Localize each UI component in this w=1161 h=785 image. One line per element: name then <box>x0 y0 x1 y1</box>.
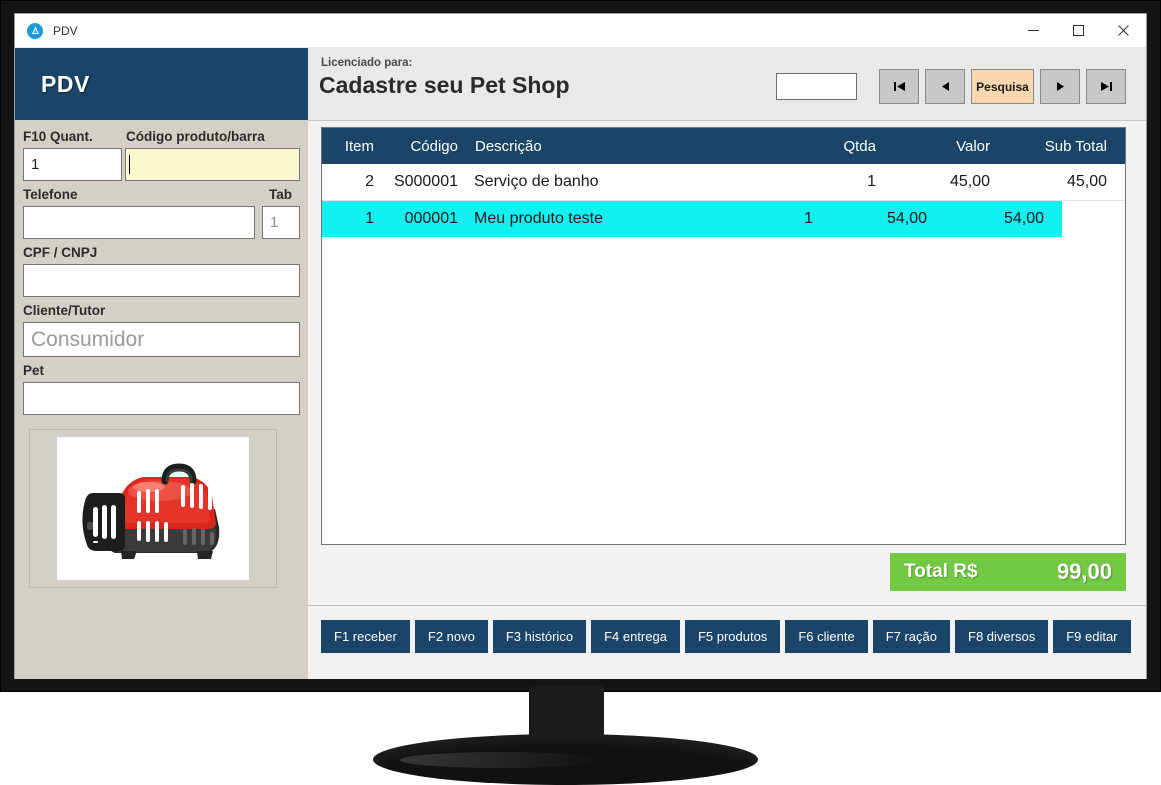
app-logo-icon <box>27 23 43 39</box>
cliente-tutor-value: Consumidor <box>31 328 144 352</box>
quant-codigo-label-row: F10 Quant. Código produto/barra <box>23 128 300 148</box>
cliente-tutor-label: Cliente/Tutor <box>23 302 300 320</box>
minimize-icon[interactable] <box>1011 14 1056 47</box>
total-value: 99,00 <box>1057 559 1112 585</box>
cell-codigo: 000001 <box>377 210 462 228</box>
grid-header-row: Item Código Descrição Qtda Valor Sub Tot… <box>322 128 1125 164</box>
f3-historico-button[interactable]: F3 histórico <box>493 620 586 653</box>
monitor-screen: PDV <box>14 13 1147 679</box>
close-icon[interactable] <box>1101 14 1146 47</box>
codigo-label: Código produto/barra <box>126 128 265 146</box>
titlebar: PDV <box>15 14 1146 48</box>
tab-input[interactable]: 1 <box>262 206 300 239</box>
cell-valor: 45,00 <box>895 173 1005 191</box>
next-record-icon[interactable] <box>1040 69 1080 104</box>
f1-receber-button[interactable]: F1 receber <box>321 620 410 653</box>
pet-label: Pet <box>23 362 300 380</box>
pdv-banner: PDV <box>15 48 308 120</box>
left-sidebar: PDV F10 Quant. Código produto/barra 1 <box>15 48 308 679</box>
function-buttons: F1 receber F2 novo F3 histórico F4 entre… <box>321 620 1131 653</box>
f7-racao-button[interactable]: F7 ração <box>873 620 950 653</box>
window-controls <box>1011 14 1146 47</box>
product-image-frame <box>29 429 277 588</box>
telefone-tab-input-row: 1 <box>23 206 300 239</box>
tab-label: Tab <box>269 186 292 204</box>
quant-label: F10 Quant. <box>23 128 126 146</box>
monitor-base-gloss <box>400 752 600 768</box>
cell-descricao: Meu produto teste <box>462 210 742 228</box>
telefone-tab-label-row: Telefone Tab <box>23 186 300 206</box>
telefone-label: Telefone <box>23 186 78 204</box>
sale-items-grid[interactable]: Item Código Descrição Qtda Valor Sub Tot… <box>321 127 1126 545</box>
first-record-icon[interactable] <box>879 69 919 104</box>
cell-qtda: 1 <box>805 173 895 191</box>
f2-novo-button[interactable]: F2 novo <box>415 620 488 653</box>
cell-descricao: Serviço de banho <box>462 173 805 191</box>
pdv-banner-title: PDV <box>41 71 90 98</box>
sale-entry-form: F10 Quant. Código produto/barra 1 Telefo… <box>15 120 308 415</box>
maximize-icon[interactable] <box>1056 14 1101 47</box>
record-search-input[interactable] <box>776 73 857 100</box>
total-display: Total R$ 99,00 <box>890 553 1126 591</box>
last-record-icon[interactable] <box>1086 69 1126 104</box>
previous-record-icon[interactable] <box>925 69 965 104</box>
cell-subtotal: 45,00 <box>1005 173 1125 191</box>
column-header-codigo: Código <box>377 138 462 155</box>
pet-carrier-image <box>57 437 249 580</box>
cpf-cnpj-label: CPF / CNPJ <box>23 244 300 262</box>
cell-qtda: 1 <box>742 210 832 228</box>
f8-diversos-button[interactable]: F8 diversos <box>955 620 1048 653</box>
barcode-input[interactable] <box>125 148 300 181</box>
column-header-subtotal: Sub Total <box>1005 138 1125 155</box>
main-content-panel: Licenciado para: Cadastre seu Pet Shop <box>308 48 1146 679</box>
telefone-input[interactable] <box>23 206 255 239</box>
company-name: Cadastre seu Pet Shop <box>319 72 570 99</box>
pesquisa-button[interactable]: Pesquisa <box>971 69 1034 104</box>
f4-entrega-button[interactable]: F4 entrega <box>591 620 680 653</box>
column-header-descricao: Descrição <box>462 138 805 155</box>
quantity-input[interactable]: 1 <box>23 148 122 181</box>
cliente-tutor-input[interactable]: Consumidor <box>23 322 300 357</box>
licensed-label: Licenciado para: <box>321 57 412 69</box>
cell-codigo: S000001 <box>377 173 462 191</box>
cell-item: 2 <box>322 173 377 191</box>
pdv-application-window: PDV <box>14 13 1147 679</box>
license-header: Licenciado para: Cadastre seu Pet Shop <box>308 48 1146 121</box>
column-header-qtda: Qtda <box>805 138 895 155</box>
app-body: PDV F10 Quant. Código produto/barra 1 <box>15 48 1146 679</box>
cpf-cnpj-input[interactable] <box>23 264 300 297</box>
pet-input[interactable] <box>23 382 300 415</box>
table-row[interactable]: 1 000001 Meu produto teste 1 54,00 54,00 <box>322 201 1062 237</box>
text-cursor <box>129 155 130 174</box>
cell-valor: 54,00 <box>832 210 942 228</box>
monitor: PDV <box>0 0 1161 785</box>
function-button-bar: F1 receber F2 novo F3 histórico F4 entre… <box>308 605 1146 679</box>
cell-subtotal: 54,00 <box>942 210 1062 228</box>
f5-produtos-button[interactable]: F5 produtos <box>685 620 780 653</box>
column-header-item: Item <box>322 138 377 155</box>
cell-item: 1 <box>322 210 377 228</box>
quant-codigo-input-row: 1 <box>23 148 300 181</box>
f9-editar-button[interactable]: F9 editar <box>1053 620 1130 653</box>
f6-cliente-button[interactable]: F6 cliente <box>785 620 867 653</box>
record-navigation-group: Pesquisa <box>879 69 1126 104</box>
total-label: Total R$ <box>904 561 978 583</box>
window-title: PDV <box>53 24 78 38</box>
column-header-valor: Valor <box>895 138 1005 155</box>
table-row[interactable]: 2 S000001 Serviço de banho 1 45,00 45,00 <box>322 164 1125 201</box>
